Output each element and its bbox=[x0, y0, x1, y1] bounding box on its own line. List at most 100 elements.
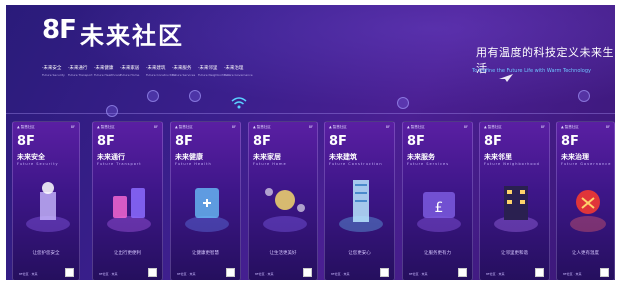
feature-item: ·未来通行 Future Transport bbox=[68, 65, 93, 77]
construction-illustration bbox=[339, 180, 383, 232]
panel-code: 8F bbox=[385, 125, 390, 129]
panel-logo-mark: 8F bbox=[97, 134, 115, 149]
feature-label: ·未来安全 bbox=[42, 66, 62, 71]
panel-brand: ▲ 智慧社区 bbox=[484, 125, 502, 129]
qr-code-icon bbox=[535, 268, 544, 277]
wifi-icon bbox=[231, 97, 247, 109]
panel-logo-mark: 8F bbox=[253, 134, 271, 149]
svg-text:£: £ bbox=[435, 200, 444, 216]
logo-mark: 8F bbox=[42, 15, 77, 45]
panel-future-security: ▲ 智慧社区 8F 8F 未来安全 Future Security 让您护您安全… bbox=[12, 121, 80, 281]
security-illustration bbox=[26, 182, 70, 232]
panel-title: 未来治理 bbox=[561, 153, 589, 161]
person-icon bbox=[397, 97, 409, 109]
panel-brand: ▲ 智慧社区 bbox=[175, 125, 193, 129]
feature-label-en: Future Governance bbox=[224, 73, 253, 77]
panel-code: 8F bbox=[308, 125, 313, 129]
panel-future-construction: ▲ 智慧社区 8F 8F 未来建筑 Future Construction 让您… bbox=[324, 121, 395, 281]
panel-brand: ▲ 智慧社区 bbox=[253, 125, 271, 129]
panel-footer: 8F社区 · 未来 bbox=[255, 272, 274, 276]
qr-code-icon bbox=[380, 268, 389, 277]
panel-caption: 让您更安心 bbox=[348, 251, 371, 256]
qr-code-icon bbox=[226, 268, 235, 277]
home-illustration bbox=[263, 188, 307, 232]
panel-code: 8F bbox=[70, 125, 75, 129]
plane-icon bbox=[499, 74, 513, 82]
neighborhood-illustration bbox=[494, 186, 538, 232]
feature-label-en: Future Services bbox=[172, 73, 196, 77]
panel-future-neighborhood: ▲ 智慧社区 8F 8F 未来邻里 Future Neighborhood 让邻… bbox=[479, 121, 550, 281]
feature-item: ·未来治理 Future Governance bbox=[224, 65, 253, 77]
qr-code-icon bbox=[600, 268, 609, 277]
panel-brand: ▲ 智慧社区 bbox=[17, 125, 35, 129]
feature-item: ·未来健康 Future Healthcare bbox=[94, 65, 121, 77]
health-illustration bbox=[185, 188, 229, 232]
panel-title: 未来建筑 bbox=[329, 153, 357, 161]
panel-logo-mark: 8F bbox=[17, 134, 35, 149]
panel-subtitle: Future Home bbox=[253, 162, 287, 166]
panel-title: 未来家居 bbox=[253, 153, 281, 161]
poster-frame: 8F 未来社区 用有温度的科技定义未来生活 To Define the Futu… bbox=[6, 5, 615, 288]
feature-item: ·未来建筑 Future Construction bbox=[146, 65, 176, 77]
feature-label-en: Future Neighborhood bbox=[198, 73, 230, 77]
feature-label: ·未来通行 bbox=[68, 66, 88, 71]
panel-future-health: ▲ 智慧社区 8F 8F 未来健康 Future Health 让健康更智慧 8… bbox=[170, 121, 241, 281]
feature-label-en: Future Transport bbox=[68, 73, 93, 77]
panel-subtitle: Future Construction bbox=[329, 162, 383, 166]
transport-illustration bbox=[107, 188, 151, 232]
timeline-line bbox=[6, 113, 615, 114]
panel-subtitle: Future Transport bbox=[97, 162, 142, 166]
panel-subtitle: Future Governance bbox=[561, 162, 612, 166]
panel-subtitle: Future Security bbox=[17, 162, 59, 166]
panel-caption: 让邻里更和谐 bbox=[501, 251, 528, 256]
feature-label: ·未来邻里 bbox=[198, 66, 218, 71]
feature-item: ·未来服务 Future Services bbox=[172, 65, 195, 77]
feature-label: ·未来家居 bbox=[120, 66, 140, 71]
panel-caption: 让您护您安全 bbox=[32, 251, 60, 256]
panel-logo-mark: 8F bbox=[561, 134, 579, 149]
slogan-english: To Define the Future Life with Warm Tech… bbox=[472, 68, 591, 74]
panel-footer: 8F社区 · 未来 bbox=[409, 272, 428, 276]
feature-label-en: Future Home bbox=[120, 73, 140, 77]
qr-code-icon bbox=[458, 268, 467, 277]
panel-title: 未来服务 bbox=[407, 153, 435, 161]
panel-brand: ▲ 智慧社区 bbox=[407, 125, 425, 129]
feature-item: ·未来邻里 Future Neighborhood bbox=[198, 65, 230, 77]
panel-subtitle: Future Neighborhood bbox=[484, 162, 540, 166]
panel-brand: ▲ 智慧社区 bbox=[97, 125, 115, 129]
feature-label-en: Future Security bbox=[42, 73, 65, 77]
panel-future-home: ▲ 智慧社区 8F 8F 未来家居 Future Home 让生活更美好 8F社… bbox=[248, 121, 318, 281]
panel-future-services: ▲ 智慧社区 8F 8F 未来服务 Future Services £ 让服务更… bbox=[402, 121, 473, 281]
panel-code: 8F bbox=[463, 125, 468, 129]
home-icon bbox=[106, 105, 118, 117]
feature-label-en: Future Healthcare bbox=[94, 73, 121, 77]
panel-code: 8F bbox=[540, 125, 545, 129]
panel-logo-mark: 8F bbox=[329, 134, 347, 149]
panel-footer: 8F社区 · 未来 bbox=[19, 272, 38, 276]
panel-future-transport: ▲ 智慧社区 8F 8F 未来通行 Future Transport 让出行更便… bbox=[92, 121, 163, 281]
panel-title: 未来通行 bbox=[97, 153, 125, 161]
services-illustration: £ bbox=[417, 192, 461, 232]
panel-subtitle: Future Services bbox=[407, 162, 450, 166]
panel-title: 未来安全 bbox=[17, 153, 45, 161]
feature-item: ·未来安全 Future Security bbox=[42, 65, 65, 77]
governance-illustration bbox=[570, 190, 606, 232]
feature-label: ·未来建筑 bbox=[146, 66, 166, 71]
panel-brand: ▲ 智慧社区 bbox=[329, 125, 347, 129]
pin-icon bbox=[578, 90, 590, 102]
heart-icon bbox=[147, 90, 159, 102]
panel-footer: 8F社区 · 未来 bbox=[99, 272, 118, 276]
panel-caption: 让出行更便利 bbox=[114, 251, 141, 256]
panel-logo-mark: 8F bbox=[407, 134, 425, 149]
panel-caption: 让服务更有力 bbox=[424, 251, 451, 256]
panel-caption: 让健康更智慧 bbox=[192, 251, 219, 256]
panel-footer: 8F社区 · 未来 bbox=[331, 272, 350, 276]
qr-code-icon bbox=[303, 268, 312, 277]
panel-caption: 让人更有温度 bbox=[572, 251, 599, 256]
panel-code: 8F bbox=[153, 125, 158, 129]
qr-code-icon bbox=[148, 268, 157, 277]
panel-footer: 8F社区 · 未来 bbox=[563, 272, 582, 276]
feature-label: ·未来治理 bbox=[224, 66, 244, 71]
panel-brand: ▲ 智慧社区 bbox=[561, 125, 579, 129]
camera-icon bbox=[189, 90, 201, 102]
